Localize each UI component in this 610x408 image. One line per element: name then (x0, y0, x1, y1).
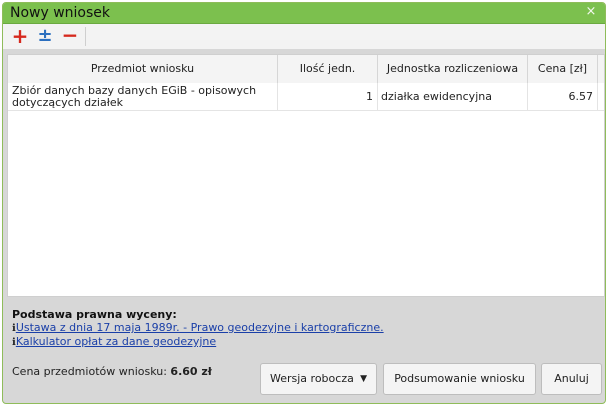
law-link[interactable]: Ustawa z dnia 17 maja 1989r. - Prawo geo… (16, 321, 384, 334)
total-label: Cena przedmiotów wniosku: (12, 365, 167, 378)
grid-header: Przedmiot wniosku Ilość jedn. Jednostka … (8, 55, 604, 84)
cell-subject: Zbiór danych bazy danych EGiB - opisowyc… (8, 83, 278, 110)
total-price: Cena przedmiotów wniosku: 6.60 zł (12, 365, 212, 378)
draft-label: Wersja robocza (270, 372, 354, 385)
add-icon[interactable]: + (9, 26, 31, 46)
close-icon[interactable]: × (585, 5, 597, 18)
cell-price: 6.57 (528, 83, 598, 110)
plus-minus-icon[interactable]: ± (34, 26, 56, 46)
title-bar[interactable]: Nowy wniosek × (3, 3, 605, 24)
legal-basis: Podstawa prawna wyceny: ℹUstawa z dnia 1… (12, 308, 602, 349)
cell-unit: działka ewidencyjna (378, 83, 528, 110)
column-header-subject[interactable]: Przedmiot wniosku (8, 55, 278, 83)
dropdown-caret-icon: ▼ (360, 374, 367, 384)
dialog-window: Nowy wniosek × + ± − Przedmiot wniosku I… (2, 2, 606, 404)
legal-basis-title: Podstawa prawna wyceny: (12, 308, 177, 321)
minus-icon[interactable]: − (59, 25, 81, 46)
legal-link-row: ℹKalkulator opłat za dane geodezyjne (12, 336, 602, 349)
window-title: Nowy wniosek (10, 5, 111, 21)
items-grid: Przedmiot wniosku Ilość jedn. Jednostka … (7, 54, 605, 297)
fee-calculator-link[interactable]: Kalkulator opłat za dane geodezyjne (16, 335, 216, 348)
toolbar: + ± − (3, 24, 605, 49)
table-row[interactable]: Zbiór danych bazy danych EGiB - opisowyc… (8, 83, 604, 111)
draft-version-button[interactable]: Wersja robocza ▼ (260, 363, 377, 395)
column-header-quantity[interactable]: Ilość jedn. (278, 55, 378, 83)
column-header-price[interactable]: Cena [zł] (528, 55, 598, 83)
column-header-unit[interactable]: Jednostka rozliczeniowa (378, 55, 528, 83)
summary-button[interactable]: Podsumowanie wniosku (383, 363, 536, 395)
legal-link-row: ℹUstawa z dnia 17 maja 1989r. - Prawo ge… (12, 322, 602, 335)
toolbar-divider (85, 27, 86, 46)
total-value: 6.60 zł (170, 365, 212, 378)
cancel-button[interactable]: Anuluj (541, 363, 602, 395)
cell-quantity: 1 (278, 83, 378, 110)
